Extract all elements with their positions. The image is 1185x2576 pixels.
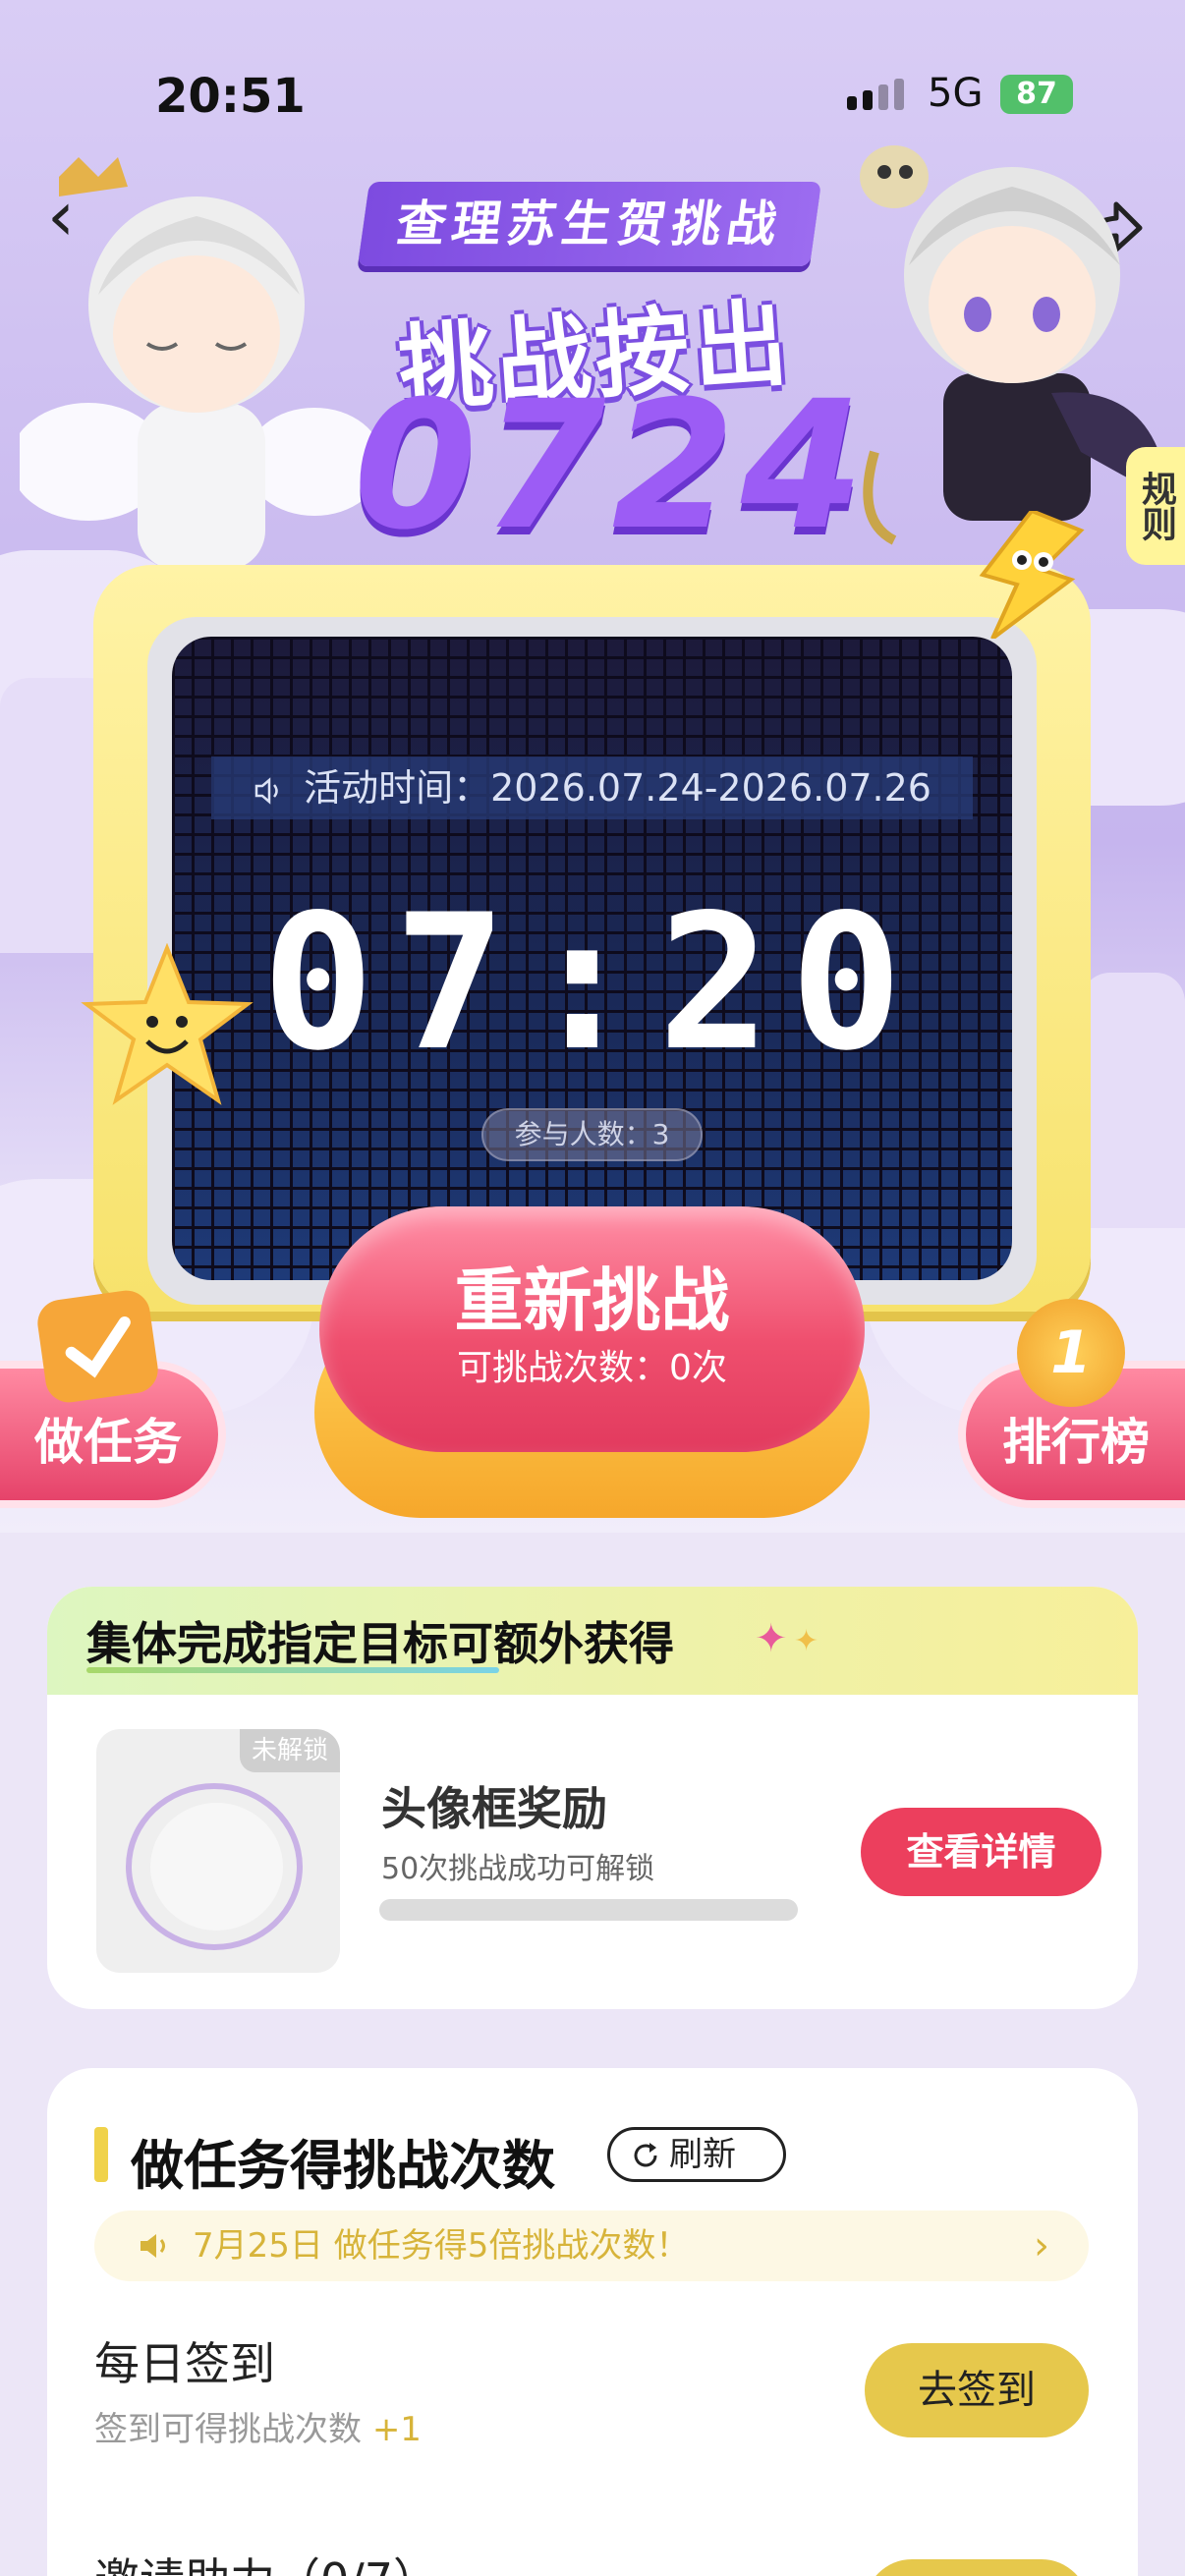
task-bonus: +1 (371, 2410, 422, 2449)
locked-tag: 未解锁 (239, 1729, 340, 1772)
sparkle-icon: ✦ (794, 1624, 819, 1658)
megaphone-icon (141, 2234, 165, 2258)
checklist-icon (34, 1287, 161, 1406)
activity-time: 活动时间：2026.07.24-2026.07.26 (211, 756, 973, 819)
section-accent-bar (94, 2127, 108, 2182)
refresh-label: 刷新 (669, 2135, 736, 2174)
status-time: 20:51 (155, 69, 306, 124)
target-number: 0724 (354, 364, 870, 569)
retry-remaining: 可挑战次数：0次 (457, 1348, 727, 1388)
refresh-button[interactable]: 刷新 (607, 2127, 786, 2182)
task-description: 签到可得挑战次数 +1 (94, 2402, 422, 2450)
participants-label: 参与人数： (514, 1118, 652, 1150)
activity-time-label: 活动时间： (304, 766, 491, 810)
reward-description: 50次挑战成功可解锁 (381, 1852, 655, 1886)
task-section-title: 做任务得挑战次数 (131, 2135, 555, 2197)
avatar-frame-inner (150, 1803, 283, 1931)
signal-icon (847, 79, 904, 110)
lightning-mascot-icon (979, 511, 1085, 639)
rank-medal-icon: 1 (1017, 1299, 1125, 1407)
check-in-button[interactable]: 去签到 (865, 2343, 1089, 2437)
timer-display: 07:20 (261, 874, 923, 1092)
reward-card: 集体完成指定目标可额外获得 ✦ ✦ 未解锁 头像框奖励 50次挑战成功可解锁 查… (47, 1587, 1138, 2009)
activity-time-range: 2026.07.24-2026.07.26 (490, 766, 931, 810)
task-name: 每日签到 (94, 2337, 275, 2390)
task-description-text: 签到可得挑战次数 (94, 2410, 362, 2449)
battery-icon: 87 (1000, 75, 1073, 114)
reward-progress-bar (379, 1899, 798, 1921)
title-underline (86, 1667, 499, 1673)
task-name: 邀请助力（0/7） (94, 2545, 438, 2576)
view-details-button[interactable]: 查看详情 (861, 1808, 1101, 1896)
invite-task-button[interactable] (865, 2559, 1089, 2576)
chevron-right-icon: › (1034, 2223, 1049, 2268)
reward-header: 集体完成指定目标可额外获得 ✦ ✦ (47, 1587, 1138, 1695)
network-type: 5G (928, 71, 984, 116)
event-banner: 查理苏生贺挑战 (357, 182, 822, 266)
participants-count: 3 (651, 1118, 670, 1150)
participants-badge: 参与人数：3 (481, 1108, 703, 1161)
notice-text: 7月25日 做任务得5倍挑战次数！ (193, 2226, 690, 2266)
angel-chibi-illustration (20, 157, 373, 570)
retry-challenge-button[interactable]: 重新挑战 可挑战次数：0次 (319, 1206, 865, 1452)
rules-tab[interactable]: 规则 (1126, 447, 1185, 565)
castle-decoration (1081, 973, 1185, 1228)
notice-bar[interactable]: 7月25日 做任务得5倍挑战次数！ › (94, 2211, 1089, 2281)
reward-section-title: 集体完成指定目标可额外获得 (86, 1617, 674, 1670)
avatar-frame-thumbnail[interactable]: 未解锁 (96, 1729, 340, 1973)
refresh-icon (634, 2143, 657, 2167)
task-card: 做任务得挑战次数 刷新 7月25日 做任务得5倍挑战次数！ › 每日签到 签到可… (47, 2068, 1138, 2576)
sparkle-icon: ✦ (755, 1616, 788, 1661)
speaker-icon (254, 776, 278, 805)
reward-name: 头像框奖励 (381, 1782, 607, 1835)
retry-label: 重新挑战 (454, 1260, 730, 1341)
